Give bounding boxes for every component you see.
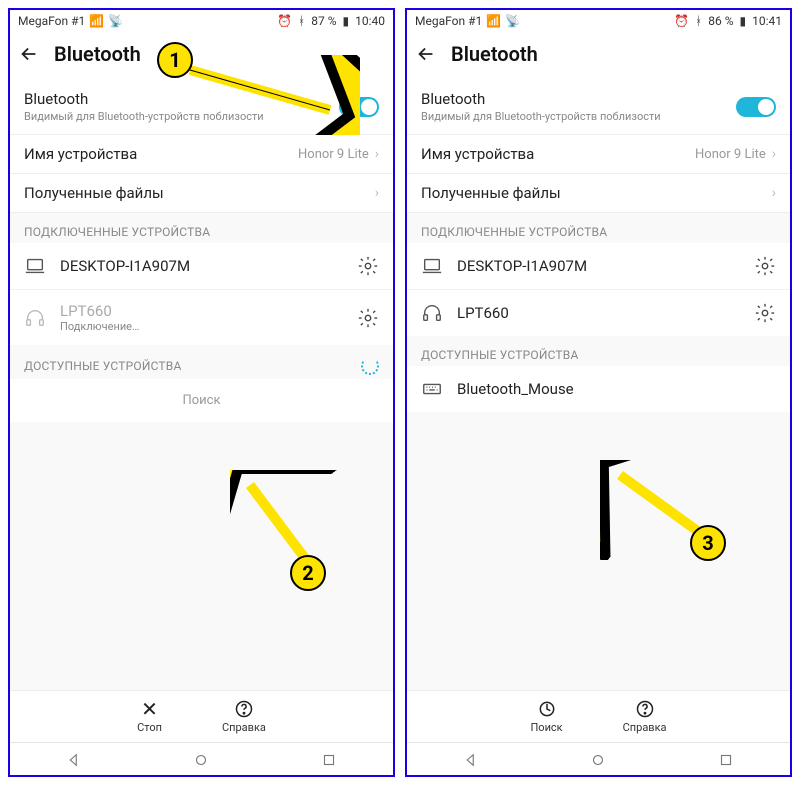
arrow-1 [180,55,360,135]
bluetooth-toggle[interactable] [736,97,776,117]
clock: 10:40 [355,14,385,28]
wifi-icon: 📡 [505,14,520,28]
scanning-label: Поиск [10,379,393,422]
device-name-label: Имя устройства [24,145,298,163]
gear-icon[interactable] [357,255,379,277]
paired-device-row[interactable]: LPT660 [407,289,790,336]
statusbar: MegaFon #1 📶 📡 ⏰ ᚼ 86 % ▮ 10:41 [407,10,790,32]
help-button[interactable]: Справка [623,699,667,734]
device-name-row[interactable]: Имя устройства Honor 9 Lite › [407,135,790,174]
bottom-actions: ✕ Стоп Справка [10,690,393,742]
paired-device-row[interactable]: LPT660 Подключение… [10,289,393,345]
paired-device-row[interactable]: DESKTOP-I1A907M [407,243,790,289]
bottom-actions: Поиск Справка [407,690,790,742]
carrier-label: MegaFon #1 [18,14,85,28]
help-icon [635,699,655,719]
nav-recent-icon[interactable] [320,751,338,769]
titlebar: Bluetooth [407,32,790,80]
nav-back-icon[interactable] [65,751,83,769]
callout-1: 1 [157,42,193,78]
chevron-right-icon: › [772,185,776,201]
close-icon: ✕ [141,699,158,719]
battery-icon: ▮ [740,14,747,28]
laptop-icon [421,255,443,277]
alarm-icon: ⏰ [277,14,292,28]
device-name: Bluetooth_Mouse [457,380,776,398]
spinner-icon [361,357,379,375]
gear-icon[interactable] [754,255,776,277]
device-name: DESKTOP-I1A907M [60,257,343,275]
device-name: LPT660 [60,302,343,320]
available-device-row[interactable]: Bluetooth_Mouse [407,366,790,412]
device-name-row[interactable]: Имя устройства Honor 9 Lite › [10,135,393,174]
gear-icon[interactable] [357,307,379,329]
page-title: Bluetooth [54,42,141,66]
alarm-icon: ⏰ [674,14,689,28]
battery-percent: 86 % [708,14,733,28]
chevron-right-icon: › [772,146,776,162]
section-paired: ПОДКЛЮЧЕННЫЕ УСТРОЙСТВА [407,213,790,243]
headphones-icon [24,307,46,329]
statusbar: MegaFon #1 📶 📡 ⏰ ᚼ 87 % ▮ 10:40 [10,10,393,32]
paired-device-row[interactable]: DESKTOP-I1A907M [10,243,393,289]
headphones-icon [421,302,443,324]
help-button[interactable]: Справка [222,699,266,734]
phone-right: MegaFon #1 📶 📡 ⏰ ᚼ 86 % ▮ 10:41 Bluetoot… [405,8,792,777]
received-files-label: Полученные файлы [24,184,375,202]
device-name: DESKTOP-I1A907M [457,257,740,275]
received-files-row[interactable]: Полученные файлы › [407,174,790,213]
wifi-icon: 📡 [108,14,123,28]
bluetooth-label: Bluetooth [421,90,736,108]
navbar [10,742,393,775]
section-paired: ПОДКЛЮЧЕННЫЕ УСТРОЙСТВА [10,213,393,243]
battery-percent: 87 % [311,14,336,28]
nav-home-icon[interactable] [589,751,607,769]
help-icon [234,699,254,719]
callout-2: 2 [290,555,326,591]
chevron-right-icon: › [375,185,379,201]
clock: 10:41 [752,14,782,28]
received-files-row[interactable]: Полученные файлы › [10,174,393,213]
scan-button[interactable]: Поиск [530,699,562,734]
stop-scan-button[interactable]: ✕ Стоп [137,699,162,734]
keyboard-icon [421,378,443,400]
section-available: ДОСТУПНЫЕ УСТРОЙСТВА [10,345,393,379]
bluetooth-toggle-row[interactable]: Bluetooth Видимый для Bluetooth-устройст… [407,80,790,135]
page-title: Bluetooth [451,42,538,66]
section-available: ДОСТУПНЫЕ УСТРОЙСТВА [407,336,790,366]
refresh-icon [537,699,557,719]
bluetooth-visibility: Видимый для Bluetooth-устройств поблизос… [421,110,736,124]
device-name-value: Honor 9 Lite [298,147,369,162]
carrier-label: MegaFon #1 [415,14,482,28]
back-button[interactable] [18,43,40,65]
device-name-label: Имя устройства [421,145,695,163]
nav-home-icon[interactable] [192,751,210,769]
navbar [407,742,790,775]
battery-icon: ▮ [343,14,350,28]
nav-back-icon[interactable] [462,751,480,769]
arrow-2 [230,470,350,580]
device-name-value: Honor 9 Lite [695,147,766,162]
device-status: Подключение… [60,320,343,333]
nav-recent-icon[interactable] [717,751,735,769]
back-button[interactable] [415,43,437,65]
chevron-right-icon: › [375,146,379,162]
bt-icon: ᚼ [298,14,305,28]
received-files-label: Полученные файлы [421,184,772,202]
callout-3: 3 [690,525,726,561]
laptop-icon [24,255,46,277]
signal-icon: 📶 [89,14,104,28]
gear-icon[interactable] [754,302,776,324]
bt-icon: ᚼ [695,14,702,28]
signal-icon: 📶 [486,14,501,28]
device-name: LPT660 [457,304,740,322]
